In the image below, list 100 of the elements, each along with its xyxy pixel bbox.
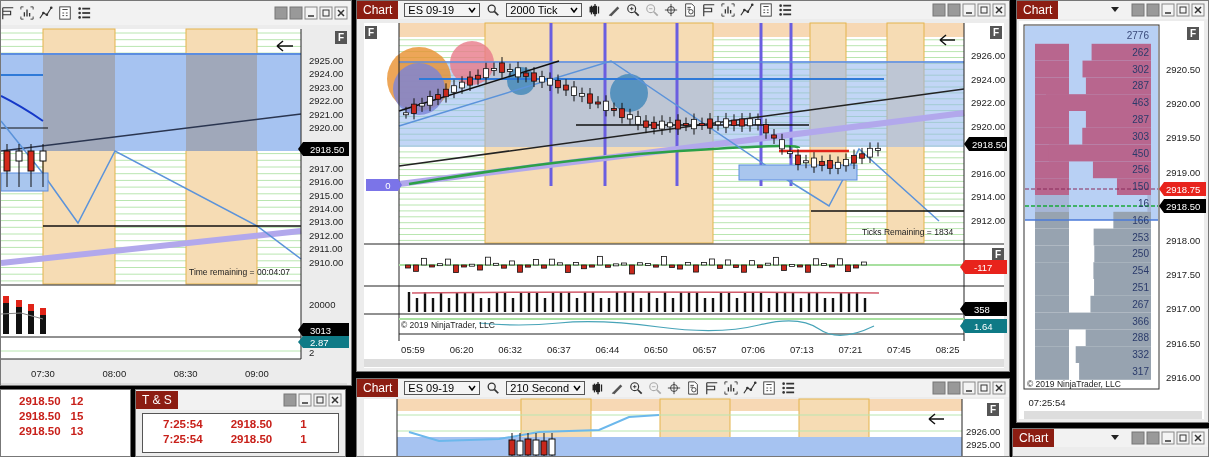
price-axis-label: 2922.00 [309, 95, 344, 107]
volume-value: 366 [1132, 315, 1149, 327]
volume-value: 288 [1132, 332, 1149, 344]
volume-value: 267 [1132, 298, 1149, 310]
price-axis-label: 2920.00 [971, 120, 1006, 132]
volume-value: 317 [1132, 366, 1149, 377]
time-axis-label: 07:30 [31, 368, 55, 379]
ladder-size: 13 [70, 424, 84, 439]
time-axis-label: 06:57 [692, 344, 717, 355]
price-axis-label: 2914.00 [309, 202, 344, 214]
f-badge[interactable]: F [365, 26, 377, 39]
price-axis-label: 2910.00 [309, 256, 344, 268]
trade-price: 2918.50 [230, 432, 273, 447]
volume-value: 287 [1132, 114, 1149, 125]
time-axis-label: 05:59 [401, 344, 425, 355]
trade-time: 7:25:54 [163, 417, 203, 432]
price-axis-label: 2919.00 [1166, 166, 1201, 178]
f-badge[interactable]: F [987, 403, 999, 416]
price-axis-label: 2920.00 [1166, 98, 1201, 110]
volume-value: 251 [1132, 282, 1149, 293]
indicator-axis-label: 2 [309, 347, 315, 358]
time-axis-label: 07:06 [741, 344, 766, 355]
instrument-dropdown[interactable]: ES 09-19 [404, 381, 481, 395]
volume-value: 250 [1132, 248, 1149, 260]
ladder-size: 15 [70, 409, 84, 424]
price-axis-label: 2917.50 [1166, 269, 1201, 281]
volume-axis-label: 20000 [309, 299, 336, 310]
time-and-sales-tab[interactable]: T & S [136, 391, 178, 409]
trade-time: 7:25:54 [163, 432, 203, 447]
price-axis-label: 2916.00 [309, 176, 344, 188]
price-axis-label: 2925.00 [966, 439, 1001, 450]
f-badge[interactable]: F [1187, 27, 1199, 40]
price-axis-label: 2919.50 [1166, 132, 1201, 144]
volume-value: 166 [1132, 214, 1149, 226]
price-axis-label: 2917.00 [309, 162, 344, 174]
price-axis-label: 2918.00 [1166, 235, 1201, 246]
time-axis-label: 08:25 [935, 344, 960, 355]
price-axis-label: 2914.00 [971, 191, 1006, 202]
volume-value: 303 [1132, 130, 1149, 142]
ladder-price: 2918.50 [19, 409, 61, 424]
chart-tab[interactable]: Chart [1013, 429, 1055, 447]
volume-value: 450 [1132, 147, 1149, 159]
price-axis-label: 2923.00 [309, 81, 344, 93]
time-axis-label: 07:25:54 [1028, 397, 1066, 408]
time-axis-label: 09:00 [245, 368, 269, 379]
price-axis-label: 2922.00 [971, 97, 1006, 108]
ladder-price: 2918.50 [19, 424, 61, 439]
interval-dropdown[interactable]: 210 Second [506, 381, 586, 395]
time-axis-label: 08:00 [102, 368, 127, 379]
price-axis-label: 2921.00 [309, 108, 344, 120]
chart-tab[interactable]: Chart [357, 1, 399, 19]
indicator-label: 1.64 [960, 319, 1007, 333]
price-axis-label: 2924.00 [971, 73, 1006, 85]
ticks-remaining-text: Ticks Remaining = 1834 [862, 227, 954, 237]
volume-value: 150 [1132, 181, 1149, 193]
time-axis-label: 07:21 [838, 344, 863, 355]
time-axis-label: 06:32 [498, 344, 523, 355]
copyright-text: © 2019 NinjaTrader, LLC [1027, 379, 1121, 389]
volume-label: 358 [960, 302, 1007, 316]
ladder-size: 12 [70, 394, 84, 409]
price-axis-label: 2912.00 [971, 214, 1006, 226]
last-price-label: 2918.50 [298, 142, 349, 156]
delta-label: -117 [960, 260, 1007, 274]
volume-label: 3013 [298, 323, 349, 337]
volume-value: 332 [1132, 349, 1149, 361]
time-axis-label: 06:50 [644, 344, 668, 355]
chart-tab[interactable]: Chart [1017, 1, 1059, 19]
last-price-label: 2918.50 [964, 137, 1007, 151]
position-label: 0 [366, 179, 402, 191]
time-remaining-text: Time remaining = 00:04:07 [189, 267, 291, 277]
instrument-dropdown[interactable]: ES 09-19 [404, 3, 481, 17]
volume-value: 463 [1132, 97, 1149, 109]
volume-value: 256 [1132, 164, 1149, 176]
time-axis-label: 07:13 [789, 344, 814, 355]
interval-dropdown[interactable]: 2000 Tick [506, 3, 583, 17]
trade-price: 2918.50 [230, 417, 273, 432]
ladder-price: 2918.50 [19, 394, 61, 409]
price-axis-label: 2920.00 [309, 122, 344, 134]
f-badge[interactable]: F [990, 26, 1002, 39]
f-badge[interactable]: F [335, 31, 347, 44]
price-axis-label: 2924.00 [309, 68, 344, 80]
volume-value: 302 [1132, 63, 1149, 75]
volume-value: 2776 [1126, 30, 1149, 41]
last-price-label: 2918.50 [1159, 199, 1206, 213]
price-axis-label: 2916.50 [1166, 337, 1201, 349]
time-axis-label: 06:37 [546, 344, 571, 355]
volume-value: 262 [1132, 46, 1149, 58]
volume-value: 287 [1132, 80, 1149, 92]
price-axis-label: 2920.50 [1166, 64, 1201, 75]
time-axis-label: 07:45 [887, 344, 911, 355]
ask-price-label: 2918.75 [1159, 182, 1206, 196]
chart-tab[interactable]: Chart [357, 379, 399, 397]
price-axis-label: 2915.00 [309, 189, 344, 201]
price-axis-label: 2926.00 [971, 50, 1006, 61]
volume-value: 254 [1132, 265, 1149, 277]
trade-size: 1 [300, 432, 307, 447]
price-axis-label: 2916.00 [1166, 371, 1201, 383]
price-axis-label: 2925.00 [309, 55, 344, 66]
price-axis-label: 2911.00 [309, 243, 343, 255]
time-axis-label: 06:20 [449, 344, 474, 355]
